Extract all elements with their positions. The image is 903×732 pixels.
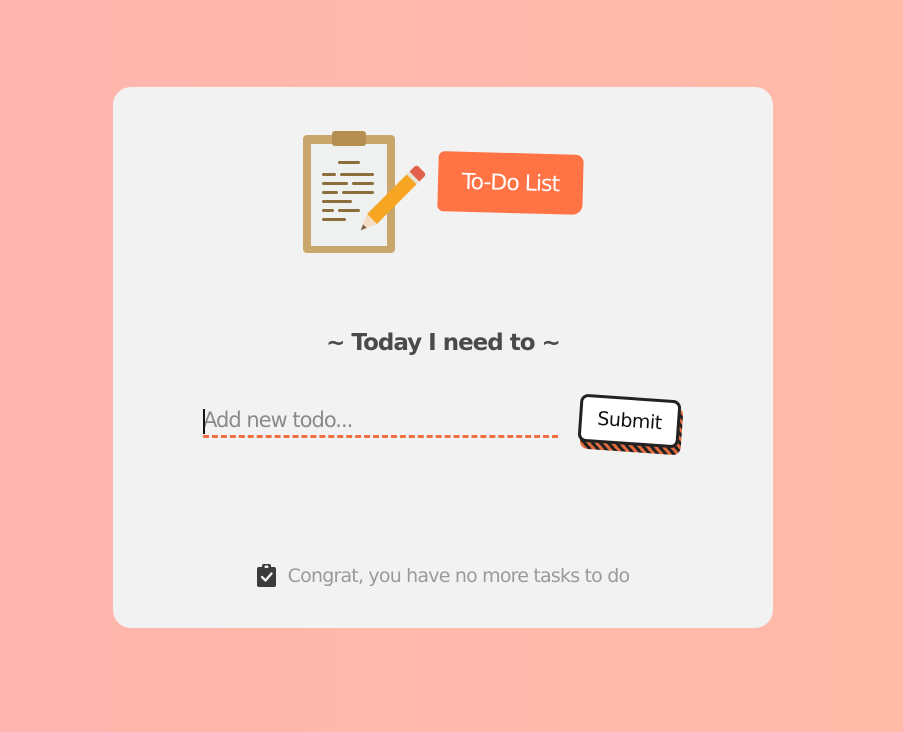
- submit-button[interactable]: Submit: [577, 393, 682, 449]
- text-caret: [203, 409, 205, 434]
- clipboard-pencil-icon: [303, 131, 426, 253]
- empty-state-message: Congrat, you have no more tasks to do: [287, 564, 630, 587]
- clipboard-check-icon: [256, 564, 276, 587]
- page-heading: ~ Today I need to ~: [326, 330, 561, 356]
- new-todo-input[interactable]: [203, 404, 558, 438]
- empty-state: Congrat, you have no more tasks to do: [113, 564, 773, 587]
- app-title-tag: To-Do List: [437, 151, 584, 215]
